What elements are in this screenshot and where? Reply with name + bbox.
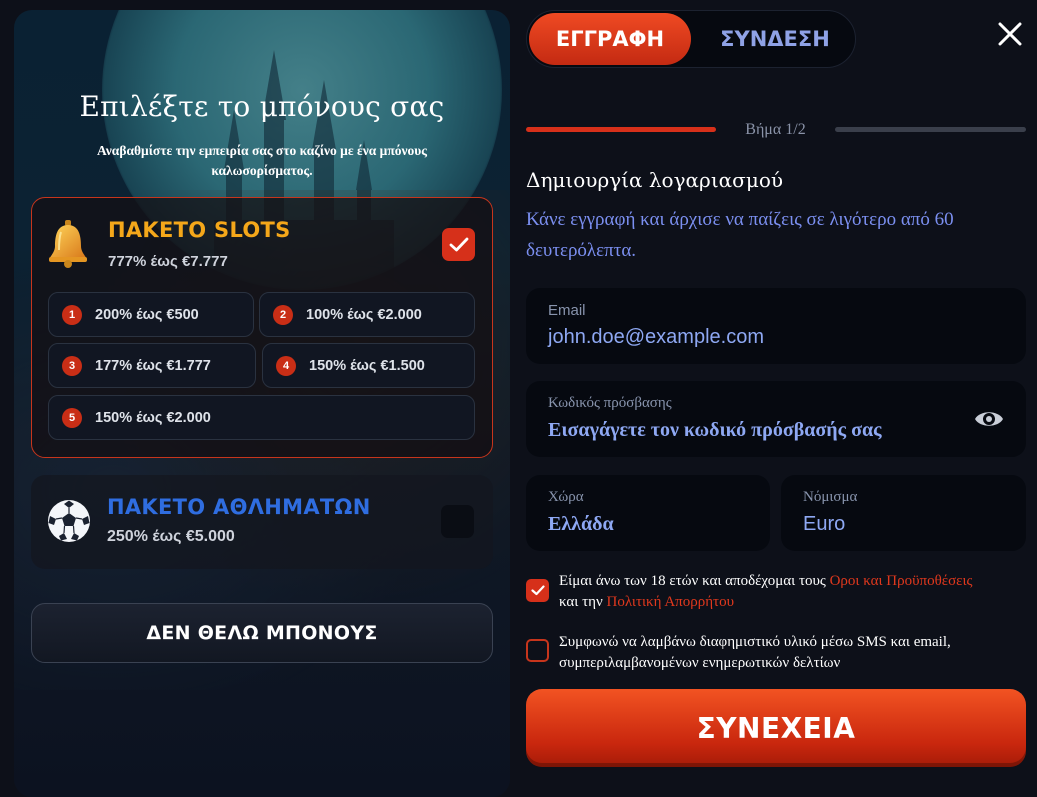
checkmark-icon bbox=[530, 585, 545, 596]
tier-number-badge: 2 bbox=[273, 304, 293, 325]
step-progress-done bbox=[526, 127, 716, 132]
terms-consent-text: Είμαι άνω των 18 ετών και αποδέχομαι του… bbox=[559, 571, 1029, 613]
currency-label: Νόμισμα bbox=[803, 489, 858, 505]
step-indicator: Βήμα 1/2 bbox=[745, 121, 806, 138]
slots-tier-5: 5 150% έως €2.000 bbox=[48, 395, 475, 440]
terms-text-middle: και την bbox=[559, 594, 607, 610]
bell-icon bbox=[49, 220, 87, 268]
slots-package-title: ΠΑΚΕΤΟ SLOTS bbox=[108, 218, 291, 242]
slots-tier-3: 3 177% έως €1.777 bbox=[48, 343, 256, 388]
country-select[interactable]: Ελλάδα bbox=[548, 513, 614, 536]
no-bonus-button[interactable]: ΔΕΝ ΘΕΛΩ ΜΠΟΝΟΥΣ bbox=[31, 603, 493, 663]
terms-link[interactable]: Οροι και Προϋποθέσεις bbox=[830, 573, 973, 589]
close-icon[interactable] bbox=[996, 20, 1024, 48]
slots-tier-1: 1 200% έως €500 bbox=[48, 292, 254, 337]
country-label: Χώρα bbox=[548, 489, 584, 505]
tier-number-badge: 4 bbox=[276, 355, 296, 376]
email-field[interactable]: Email john.doe@example.com bbox=[526, 288, 1026, 364]
eye-icon[interactable] bbox=[974, 407, 1004, 431]
tab-register[interactable]: ΕΓΓΡΑΦΗ bbox=[529, 13, 691, 65]
currency-select[interactable]: Euro bbox=[803, 513, 845, 536]
step-progress-remaining bbox=[835, 127, 1026, 132]
sports-package-card[interactable]: ΠΑΚΕΤΟ ΑΘΛΗΜΑΤΩΝ 250% έως €5.000 bbox=[31, 475, 493, 569]
sports-package-subtitle: 250% έως €5.000 bbox=[107, 528, 235, 545]
bonus-subtitle: Αναβαθμίστε την εμπειρία σας στο καζίνο … bbox=[97, 143, 427, 178]
slots-package-subtitle: 777% έως €7.777 bbox=[108, 253, 228, 270]
auth-tabs: ΕΓΓΡΑΦΗ ΣΥΝΔΕΣΗ bbox=[526, 10, 856, 68]
slots-package-checkbox[interactable] bbox=[442, 228, 475, 261]
terms-text-before: Είμαι άνω των 18 ετών και αποδέχομαι του… bbox=[559, 573, 830, 589]
form-description: Κάνε εγγραφή και άρχισε να παίζεις σε λι… bbox=[526, 209, 954, 261]
privacy-policy-link[interactable]: Πολιτική Απορρήτου bbox=[606, 594, 734, 610]
tier-number-badge: 5 bbox=[62, 407, 82, 428]
soccer-ball-icon bbox=[48, 500, 90, 542]
tier-number-badge: 3 bbox=[62, 355, 82, 376]
slots-package-card[interactable]: ΠΑΚΕΤΟ SLOTS 777% έως €7.777 1 200% έως … bbox=[31, 197, 493, 458]
tier-label: 150% έως €1.500 bbox=[309, 357, 425, 374]
checkmark-icon bbox=[449, 237, 468, 251]
tier-label: 150% έως €2.000 bbox=[95, 409, 211, 426]
slots-tier-4: 4 150% έως €1.500 bbox=[262, 343, 475, 388]
slots-tier-2: 2 100% έως €2.000 bbox=[259, 292, 475, 337]
password-label: Κωδικός πρόσβασης bbox=[548, 395, 672, 411]
tier-label: 177% έως €1.777 bbox=[95, 357, 211, 374]
continue-button[interactable]: ΣΥΝΕΧΕΙΑ bbox=[526, 689, 1026, 767]
tier-label: 100% έως €2.000 bbox=[306, 306, 422, 323]
terms-checkbox[interactable] bbox=[526, 579, 549, 602]
tier-number-badge: 1 bbox=[62, 304, 82, 325]
currency-field[interactable]: Νόμισμα Euro bbox=[781, 475, 1026, 551]
form-heading: Δημιουργία λογαριασμού bbox=[526, 168, 784, 192]
sports-package-checkbox[interactable] bbox=[441, 505, 474, 538]
tab-login[interactable]: ΣΥΝΔΕΣΗ bbox=[695, 13, 855, 65]
tier-label: 200% έως €500 bbox=[95, 306, 199, 323]
country-field[interactable]: Χώρα Ελλάδα bbox=[526, 475, 770, 551]
sports-package-title: ΠΑΚΕΤΟ ΑΘΛΗΜΑΤΩΝ bbox=[107, 495, 371, 519]
marketing-consent-text: Συμφωνώ να λαμβάνω διαφημιστικό υλικό μέ… bbox=[559, 634, 951, 671]
email-input[interactable]: john.doe@example.com bbox=[548, 326, 764, 349]
bonus-panel: Επιλέξτε το μπόνους σας Αναβαθμίστε την … bbox=[14, 10, 510, 797]
password-field[interactable]: Κωδικός πρόσβασης Εισαγάγετε τον κωδικό … bbox=[526, 381, 1026, 457]
bonus-title: Επιλέξτε το μπόνους σας bbox=[79, 90, 445, 123]
password-input[interactable]: Εισαγάγετε τον κωδικό πρόσβασής σας bbox=[548, 419, 882, 442]
email-label: Email bbox=[548, 302, 586, 319]
marketing-checkbox[interactable] bbox=[526, 639, 549, 662]
